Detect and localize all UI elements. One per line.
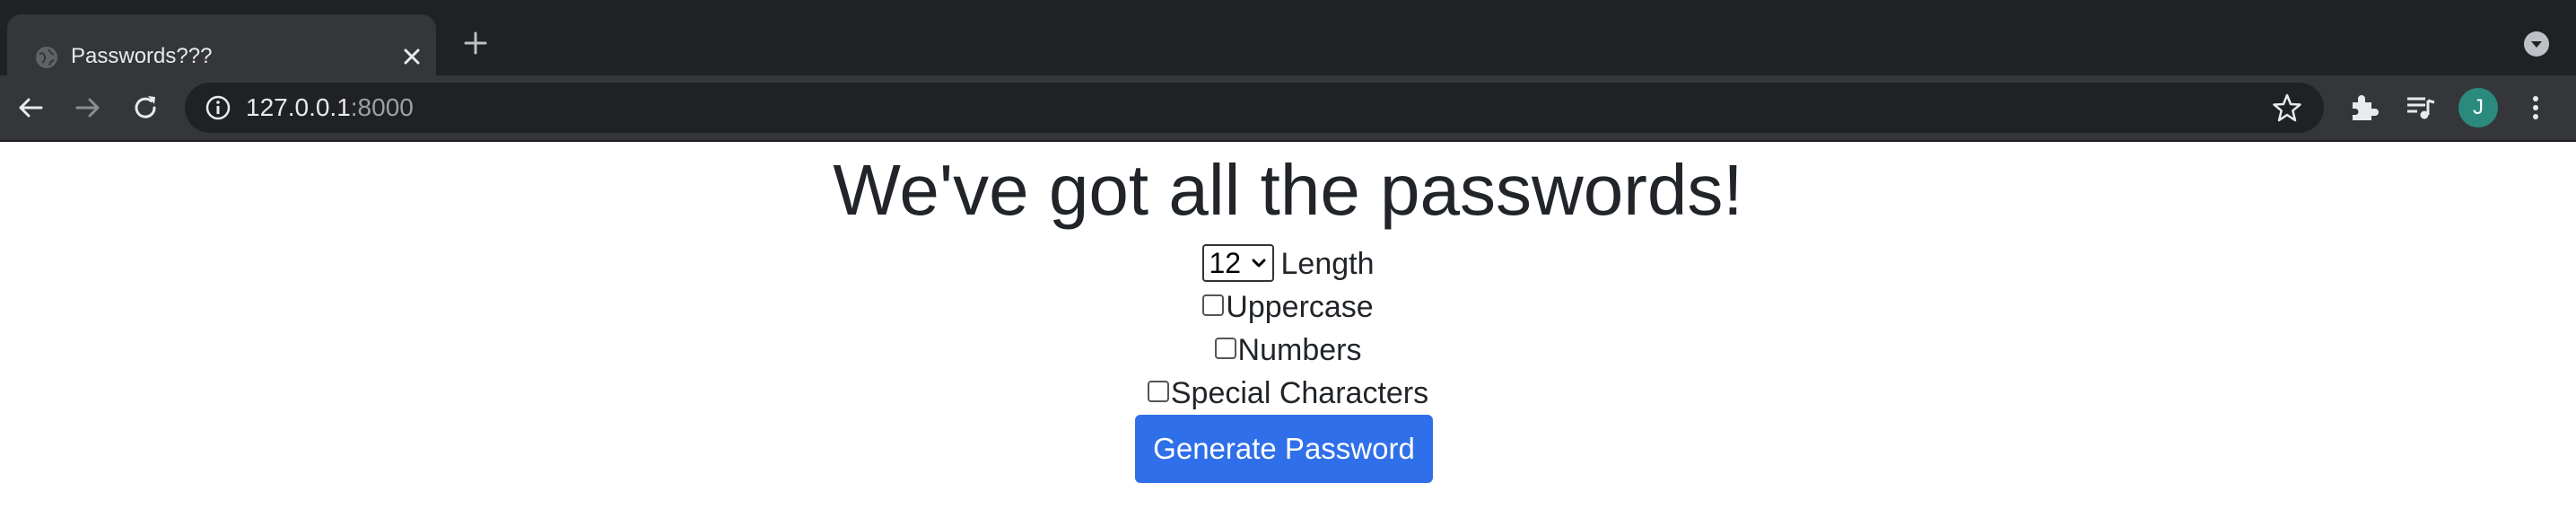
arrow-right-icon[interactable] bbox=[74, 93, 102, 122]
special-characters-label[interactable]: Special Characters bbox=[1171, 376, 1428, 410]
address-bar[interactable]: 127.0.0.1:8000 bbox=[185, 83, 2324, 133]
page-content: We've got all the passwords! 12 Length U… bbox=[0, 142, 2576, 518]
info-icon[interactable] bbox=[205, 94, 231, 121]
special-characters-checkbox[interactable] bbox=[1147, 381, 1169, 403]
profile-avatar[interactable]: J bbox=[2458, 88, 2498, 127]
star-icon[interactable] bbox=[2272, 92, 2302, 123]
numbers-label[interactable]: Numbers bbox=[1238, 333, 1362, 367]
reload-icon[interactable] bbox=[131, 93, 160, 122]
kebab-menu-icon[interactable] bbox=[2519, 92, 2552, 124]
url-port: :8000 bbox=[350, 93, 414, 121]
uppercase-label[interactable]: Uppercase bbox=[1226, 290, 1373, 324]
url-text: 127.0.0.1:8000 bbox=[246, 92, 414, 124]
generate-password-button[interactable]: Generate Password bbox=[1135, 415, 1433, 483]
plus-icon[interactable] bbox=[463, 31, 488, 56]
numbers-checkbox[interactable] bbox=[1214, 338, 1236, 360]
globe-icon bbox=[36, 47, 57, 68]
tab-strip: Passwords??? bbox=[0, 0, 2576, 75]
length-select[interactable]: 12 bbox=[1201, 244, 1274, 283]
browser-toolbar: 127.0.0.1:8000 J bbox=[0, 75, 2576, 140]
chevron-down-icon[interactable] bbox=[2523, 31, 2550, 57]
special-characters-row: Special Characters bbox=[0, 373, 2576, 413]
uppercase-row: Uppercase bbox=[0, 287, 2576, 327]
arrow-left-icon[interactable] bbox=[16, 93, 45, 122]
page-title: We've got all the passwords! bbox=[833, 150, 1743, 230]
length-select-value: 12 bbox=[1209, 247, 1242, 280]
tab-title: Passwords??? bbox=[71, 44, 213, 68]
puzzle-icon[interactable] bbox=[2347, 92, 2380, 124]
browser-tab[interactable]: Passwords??? bbox=[7, 14, 436, 75]
length-label: Length bbox=[1280, 247, 1375, 281]
url-host: 127.0.0.1 bbox=[246, 93, 351, 121]
length-row: 12 Length bbox=[0, 244, 2576, 284]
media-queue-icon[interactable] bbox=[2405, 92, 2437, 124]
chevron-down-icon bbox=[1252, 259, 1265, 268]
numbers-row: Numbers bbox=[0, 330, 2576, 370]
close-icon[interactable] bbox=[400, 45, 424, 68]
uppercase-checkbox[interactable] bbox=[1202, 294, 1225, 317]
